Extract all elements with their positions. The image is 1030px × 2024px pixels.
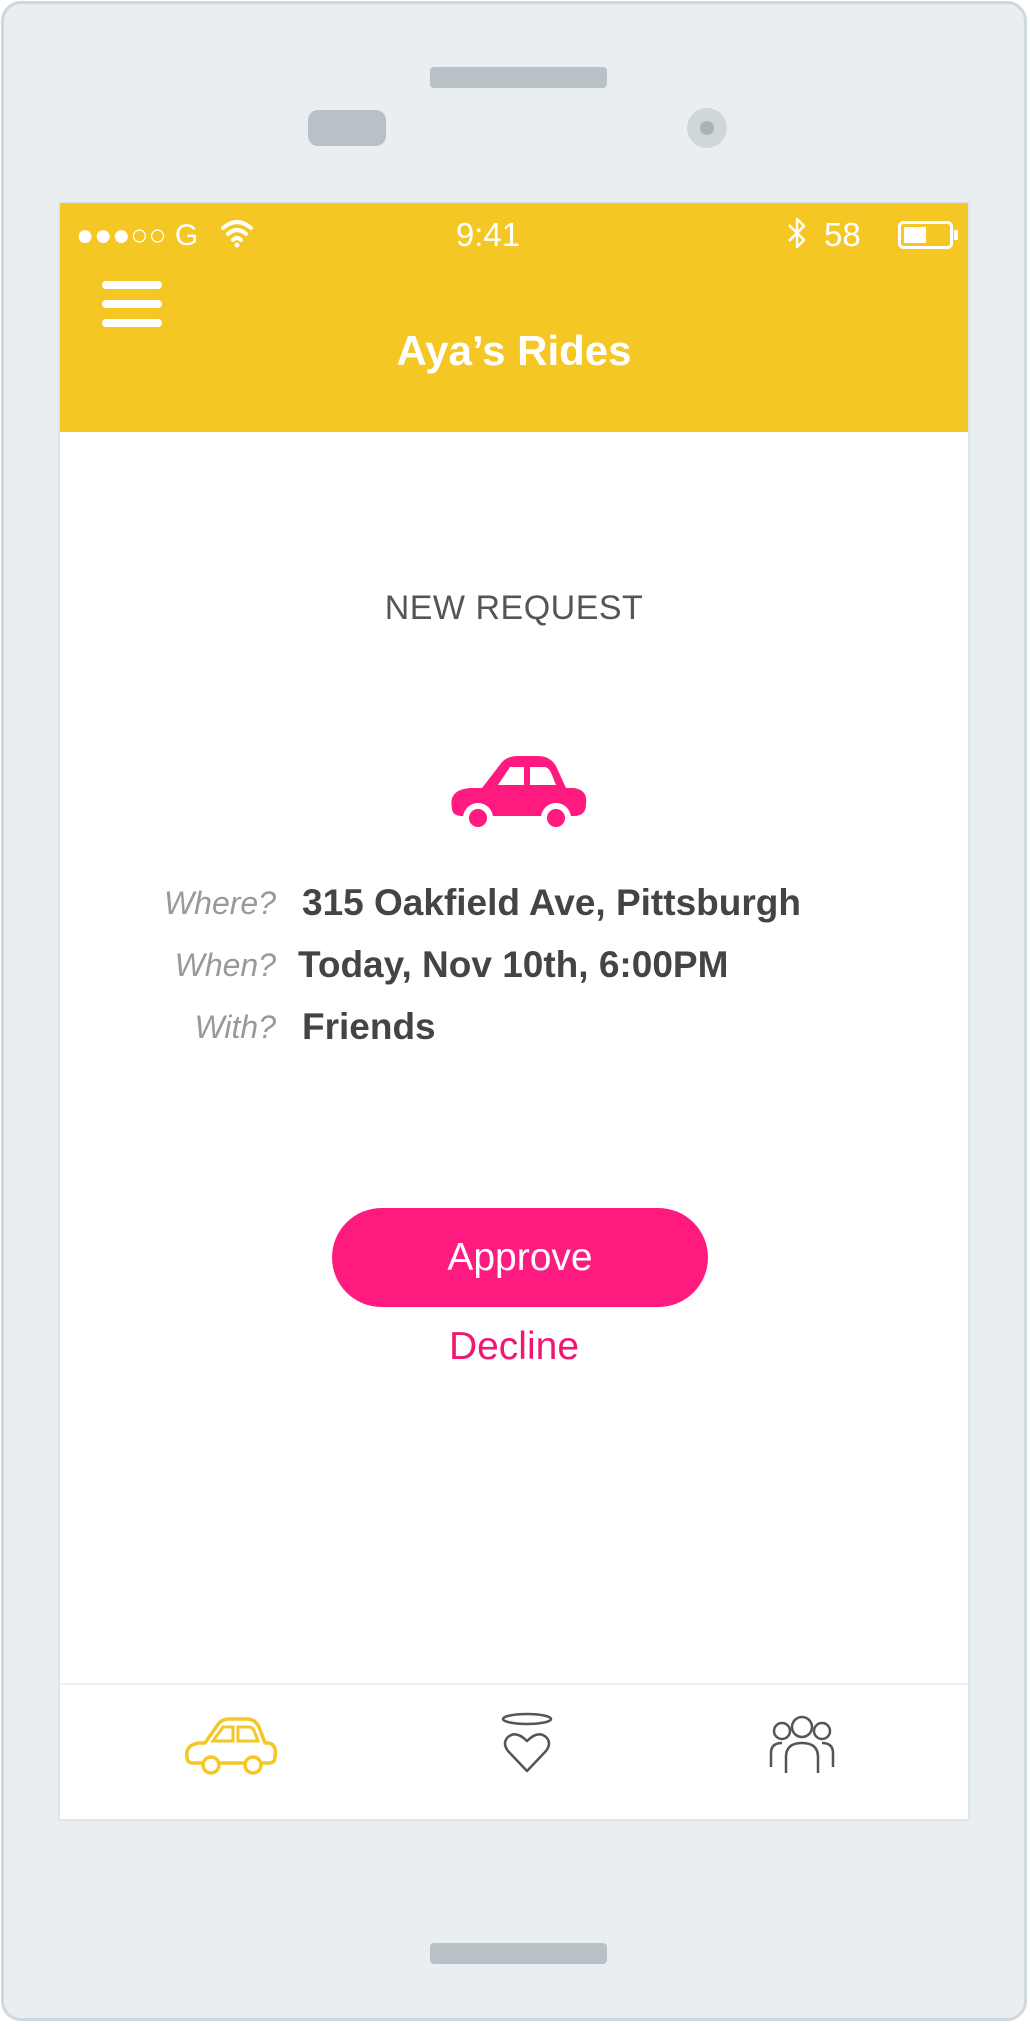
detail-label: With? [194,1009,276,1045]
tab-bar [60,1683,968,1819]
front-camera [687,108,727,148]
earpiece-speaker [430,67,607,88]
car-outline-icon [185,1717,278,1775]
battery-icon [898,221,958,249]
tab-friends[interactable] [767,1711,837,1777]
detail-label: Where? [163,885,276,921]
app-header: ●●●○○ G 9:41 58 Aya’s Rides [60,203,968,432]
home-button[interactable] [430,1943,607,1964]
halo-heart-icon [501,1712,553,1773]
detail-value: Today, Nov 10th, 6:00PM [298,944,729,985]
car-icon [451,756,587,833]
battery-percent: 58 [824,216,861,253]
proximity-sensor [308,110,386,146]
detail-row-where: Where? 315 Oakfield Ave, Pittsburgh [60,878,968,928]
status-bar: ●●●○○ G 9:41 58 [60,203,968,263]
tab-rides[interactable] [183,1711,278,1777]
page-title: Aya’s Rides [396,327,632,374]
tab-guardian[interactable] [498,1711,556,1777]
detail-row-with: With? Friends [60,1002,968,1052]
detail-value: 315 Oakfield Ave, Pittsburgh [302,882,801,923]
people-group-icon [769,1715,835,1773]
section-label: NEW REQUEST [384,589,644,627]
detail-row-when: When? Today, Nov 10th, 6:00PM [60,940,968,990]
hamburger-menu-icon[interactable] [102,277,162,331]
bluetooth-icon [788,217,806,249]
detail-value: Friends [302,1006,436,1047]
detail-label: When? [174,947,276,983]
approve-button[interactable]: Approve [332,1208,708,1307]
decline-button[interactable]: Decline [60,1322,968,1372]
app-screen: ●●●○○ G 9:41 58 Aya’s Rides NEW REQUEST [58,201,970,1821]
